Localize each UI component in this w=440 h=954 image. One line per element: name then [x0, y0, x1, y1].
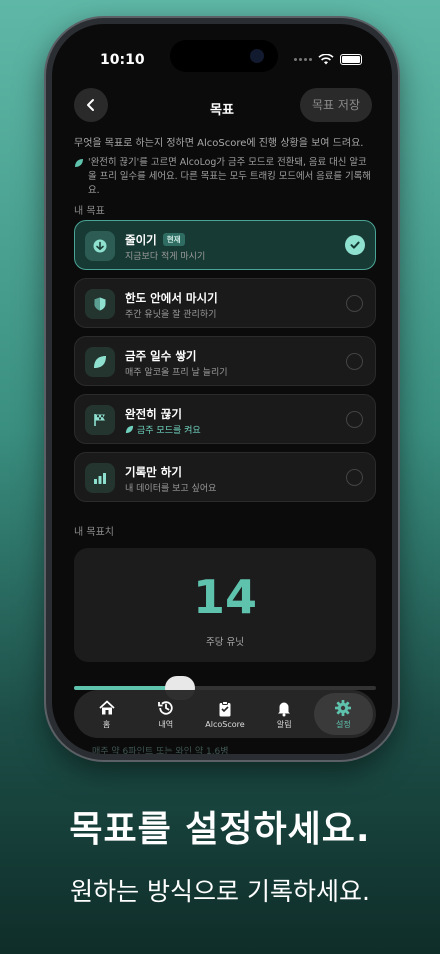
home-icon: [98, 700, 115, 714]
goal-subtitle: 주간 유닛을 잘 관리하기: [125, 310, 217, 320]
radio-button[interactable]: [346, 295, 363, 312]
goal-icon-box: [85, 231, 115, 261]
goal-description: 무엇을 목표로 하는지 정하면 AlcoScore에 진행 상황을 보여 드려요…: [74, 138, 364, 149]
tab-bar: 홈 내역 AlcoScore 알림 설정: [74, 690, 376, 738]
tab-home[interactable]: 홈: [77, 693, 136, 735]
signal-icon: [294, 58, 312, 61]
clipboard-icon: [219, 700, 231, 716]
radio-button[interactable]: [346, 469, 363, 486]
target-section-label: 내 목표치: [74, 527, 114, 538]
status-icons: [294, 54, 362, 65]
checkmark-icon: [345, 235, 365, 255]
camera-icon: [250, 49, 264, 63]
radio-button[interactable]: [346, 411, 363, 428]
goal-option-track-only[interactable]: 기록만 하기 내 데이터를 보고 싶어요: [74, 452, 376, 502]
promo-headline: 목표를 설정하세요.: [69, 809, 371, 850]
status-time: 10:10: [100, 52, 145, 68]
goal-option-limit[interactable]: 한도 안에서 마시기 주간 유닛을 잘 관리하기: [74, 278, 376, 328]
goal-title: 금주 일수 쌓기: [125, 349, 197, 363]
goal-title: 완전히 끊기: [125, 407, 182, 421]
tab-alcoscore[interactable]: AlcoScore: [195, 693, 254, 735]
current-badge: 현재: [162, 233, 185, 246]
flag-icon: [94, 414, 105, 426]
leaf-icon: [94, 356, 106, 368]
goal-option-quit[interactable]: 완전히 끊기 금주 모드를 켜요: [74, 394, 376, 444]
leaf-icon: [125, 425, 134, 434]
goal-subtitle: 매주 알코올 프리 날 늘리기: [125, 368, 228, 378]
history-icon: [157, 700, 173, 715]
app-screen: 10:10 목표 목표 저장 무엇을 목표로 하는지 정하면 AlcoScore…: [52, 24, 392, 754]
battery-icon: [340, 54, 362, 65]
gear-icon: [335, 699, 352, 716]
tab-label: AlcoScore: [205, 719, 245, 729]
goal-note-text: '완전히 끊기'를 고르면 AlcoLog가 금주 모드로 전환돼, 음료 대신…: [88, 157, 371, 196]
goal-subtitle: 내 데이터를 보고 싶어요: [125, 484, 217, 494]
tab-label: 내역: [158, 719, 174, 729]
goal-icon-box: [85, 289, 115, 319]
leaf-icon: [75, 159, 83, 167]
goal-icon-box: [85, 463, 115, 493]
dynamic-island: [170, 40, 278, 72]
goal-subtitle: 금주 모드를 켜요: [125, 423, 201, 436]
goal-icon-box: [85, 405, 115, 435]
bars-icon: [94, 473, 106, 484]
phone-frame: 10:10 목표 목표 저장 무엇을 목표로 하는지 정하면 AlcoScore…: [46, 18, 398, 760]
tab-label: 알림: [276, 719, 292, 729]
save-goal-button[interactable]: 목표 저장: [300, 88, 372, 122]
target-card: 14 주당 유닛: [74, 548, 376, 662]
goal-title: 한도 안에서 마시기: [125, 291, 218, 305]
target-value: 14: [192, 570, 257, 624]
goal-subtitle: 지금보다 적게 마시기: [125, 252, 206, 262]
tab-label: 설정: [336, 719, 351, 729]
goal-title: 기록만 하기: [125, 465, 182, 479]
radio-button[interactable]: [346, 353, 363, 370]
shield-icon: [94, 297, 106, 311]
target-footnote: 매주 약 6파인트 또는 와인 약 1.6병: [92, 747, 229, 754]
target-unit: 주당 유닛: [206, 637, 244, 648]
bell-icon: [278, 702, 291, 716]
tab-alerts[interactable]: 알림: [255, 693, 314, 735]
wifi-icon: [318, 54, 334, 65]
goal-icon-box: [85, 347, 115, 377]
tab-history[interactable]: 내역: [136, 693, 195, 735]
tab-label: 홈: [102, 719, 111, 729]
goal-title: 줄이기 현재: [125, 232, 185, 248]
tab-settings[interactable]: 설정: [313, 693, 374, 735]
goal-option-dry-days[interactable]: 금주 일수 쌓기 매주 알코올 프리 날 늘리기: [74, 336, 376, 386]
goals-section-label: 내 목표: [74, 206, 105, 217]
goal-option-reduce[interactable]: 줄이기 현재 지금보다 적게 마시기: [74, 220, 376, 270]
goal-note: '완전히 끊기'를 고르면 AlcoLog가 금주 모드로 전환돼, 음료 대신…: [74, 156, 372, 198]
arrow-down-icon: [93, 239, 107, 253]
promo-subline: 원하는 방식으로 기록하세요.: [70, 877, 370, 906]
